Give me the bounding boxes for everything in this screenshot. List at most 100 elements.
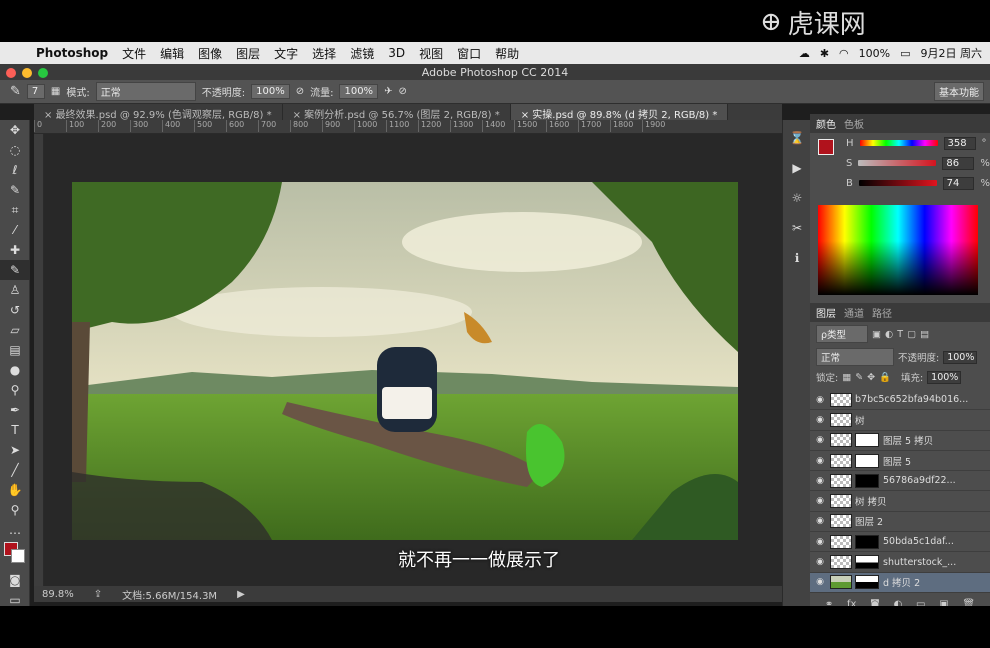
- export-icon[interactable]: ⇪: [94, 589, 102, 600]
- layer-mask[interactable]: [855, 555, 879, 570]
- tab-swatches[interactable]: 色板: [844, 116, 864, 131]
- brightness-input[interactable]: 74: [942, 176, 975, 190]
- eyedropper-tool-icon[interactable]: ⁄: [0, 220, 30, 240]
- layer-opacity-input[interactable]: 100%: [943, 350, 978, 364]
- background-color-swatch[interactable]: [11, 549, 25, 563]
- document-size[interactable]: 文档:5.66M/154.3M: [122, 587, 217, 602]
- move-tool-icon[interactable]: ✥: [0, 120, 30, 140]
- marquee-tool-icon[interactable]: ◌: [0, 140, 30, 160]
- filter-pixel-icon[interactable]: ▣: [872, 329, 881, 340]
- gradient-tool-icon[interactable]: ▤: [0, 340, 30, 360]
- adjustments-panel-icon[interactable]: ☼: [783, 188, 811, 208]
- brush-panel-toggle-icon[interactable]: ▦: [51, 86, 60, 97]
- saturation-input[interactable]: 86: [942, 156, 975, 170]
- tab-case-analysis[interactable]: × 案例分析.psd @ 56.7% (图层 2, RGB/8) *: [283, 104, 511, 121]
- layer-row[interactable]: ◉ b7bc5c652bfa94b016...: [810, 390, 990, 411]
- stamp-tool-icon[interactable]: ♙: [0, 280, 30, 300]
- filter-type-icon[interactable]: T: [897, 329, 903, 340]
- history-panel-icon[interactable]: ⌛: [783, 128, 811, 148]
- quick-select-tool-icon[interactable]: ✎: [0, 180, 30, 200]
- close-window-button[interactable]: [6, 68, 16, 78]
- eye-icon[interactable]: ◉: [810, 577, 830, 587]
- mode-select[interactable]: 正常: [95, 82, 196, 101]
- eye-icon[interactable]: ◉: [810, 496, 830, 506]
- brush-tool-icon[interactable]: ✎: [0, 260, 30, 280]
- filter-adjust-icon[interactable]: ◐: [885, 329, 893, 340]
- bluetooth-icon[interactable]: ✱: [820, 47, 829, 60]
- battery-percent[interactable]: 100%: [859, 47, 890, 60]
- hand-tool-icon[interactable]: ✋: [0, 480, 30, 500]
- zoom-window-button[interactable]: [38, 68, 48, 78]
- tool-presets-icon[interactable]: ✂: [783, 218, 811, 238]
- eraser-tool-icon[interactable]: ▱: [0, 320, 30, 340]
- lock-pixels-icon[interactable]: ✎: [855, 372, 863, 383]
- brush-tool-icon[interactable]: ✎: [10, 84, 21, 99]
- document-artwork[interactable]: [72, 182, 738, 540]
- layer-row[interactable]: ◉ 56786a9df22...: [810, 471, 990, 492]
- eye-icon[interactable]: ◉: [810, 395, 830, 405]
- tab-final-effect[interactable]: × 最终效果.psd @ 92.9% (色调观察层, RGB/8) *: [34, 104, 283, 121]
- layer-row[interactable]: ◉ 50bda5c1daf...: [810, 532, 990, 553]
- flow-input[interactable]: 100%: [339, 84, 379, 99]
- menu-item-edit[interactable]: 编辑: [160, 45, 184, 62]
- eye-icon[interactable]: ◉: [810, 516, 830, 526]
- layer-mask[interactable]: [855, 575, 879, 590]
- eye-icon[interactable]: ◉: [810, 415, 830, 425]
- eye-icon[interactable]: ◉: [810, 435, 830, 445]
- color-swatches[interactable]: [0, 540, 30, 570]
- pressure-size-icon[interactable]: ⊘: [398, 86, 406, 97]
- layer-mask[interactable]: [855, 453, 879, 468]
- menu-item-image[interactable]: 图像: [198, 45, 222, 62]
- filter-smart-icon[interactable]: ▤: [920, 329, 929, 340]
- crop-tool-icon[interactable]: ⌗: [0, 200, 30, 220]
- layer-row-selected[interactable]: ◉ d 拷贝 2: [810, 572, 990, 593]
- layer-mask[interactable]: [855, 473, 879, 488]
- menu-item-view[interactable]: 视图: [419, 45, 443, 62]
- eye-icon[interactable]: ◉: [810, 456, 830, 466]
- history-brush-tool-icon[interactable]: ↺: [0, 300, 30, 320]
- menu-app-name[interactable]: Photoshop: [36, 46, 108, 60]
- blend-mode-select[interactable]: 正常: [816, 348, 894, 366]
- actions-panel-icon[interactable]: ▶: [783, 158, 811, 178]
- eye-icon[interactable]: ◉: [810, 476, 830, 486]
- layer-mask[interactable]: [855, 534, 879, 549]
- layer-row[interactable]: ◉ 图层 5 拷贝: [810, 431, 990, 451]
- creative-cloud-icon[interactable]: ☁: [799, 47, 810, 60]
- pressure-opacity-icon[interactable]: ⊘: [296, 86, 304, 97]
- healing-tool-icon[interactable]: ✚: [0, 240, 30, 260]
- menu-item-filter[interactable]: 滤镜: [350, 45, 374, 62]
- menu-item-select[interactable]: 选择: [312, 45, 336, 62]
- more-tools-icon[interactable]: …: [0, 520, 30, 540]
- clock[interactable]: 9月2日 周六: [921, 45, 983, 61]
- lasso-tool-icon[interactable]: ℓ: [0, 160, 30, 180]
- menu-item-type[interactable]: 文字: [274, 45, 298, 62]
- dodge-tool-icon[interactable]: ⚲: [0, 380, 30, 400]
- type-tool-icon[interactable]: T: [0, 420, 30, 440]
- tab-practice[interactable]: × 实操.psd @ 89.8% (d 拷贝 2, RGB/8) *: [510, 104, 729, 121]
- brush-size-picker[interactable]: 7: [26, 84, 45, 99]
- path-select-tool-icon[interactable]: ➤: [0, 440, 30, 460]
- menu-item-3d[interactable]: 3D: [388, 46, 405, 60]
- layer-mask[interactable]: [855, 433, 879, 448]
- layer-row[interactable]: ◉ 树 拷贝: [810, 491, 990, 512]
- line-tool-icon[interactable]: ╱: [0, 460, 30, 480]
- menu-item-window[interactable]: 窗口: [457, 45, 481, 62]
- menu-item-file[interactable]: 文件: [122, 45, 146, 62]
- filter-shape-icon[interactable]: ▢: [907, 329, 916, 340]
- menu-item-help[interactable]: 帮助: [495, 45, 519, 62]
- workspace-select[interactable]: 基本功能: [934, 82, 984, 101]
- lock-all-icon[interactable]: 🔒: [879, 372, 891, 383]
- layer-row[interactable]: ◉ 图层 2: [810, 512, 990, 533]
- zoom-level[interactable]: 89.8%: [42, 589, 74, 600]
- lock-transparent-icon[interactable]: ▦: [842, 372, 851, 383]
- brightness-slider[interactable]: [858, 180, 937, 186]
- menu-item-layer[interactable]: 图层: [236, 45, 260, 62]
- blur-tool-icon[interactable]: ●: [0, 360, 30, 380]
- lock-position-icon[interactable]: ✥: [867, 372, 875, 383]
- tab-layers[interactable]: 图层: [816, 305, 836, 320]
- layer-filter-select[interactable]: ρ类型: [816, 325, 868, 343]
- quick-mask-icon[interactable]: ◙: [0, 570, 30, 590]
- zoom-tool-icon[interactable]: ⚲: [0, 500, 30, 520]
- hue-input[interactable]: 358: [943, 136, 976, 150]
- airbrush-icon[interactable]: ✈: [384, 86, 392, 97]
